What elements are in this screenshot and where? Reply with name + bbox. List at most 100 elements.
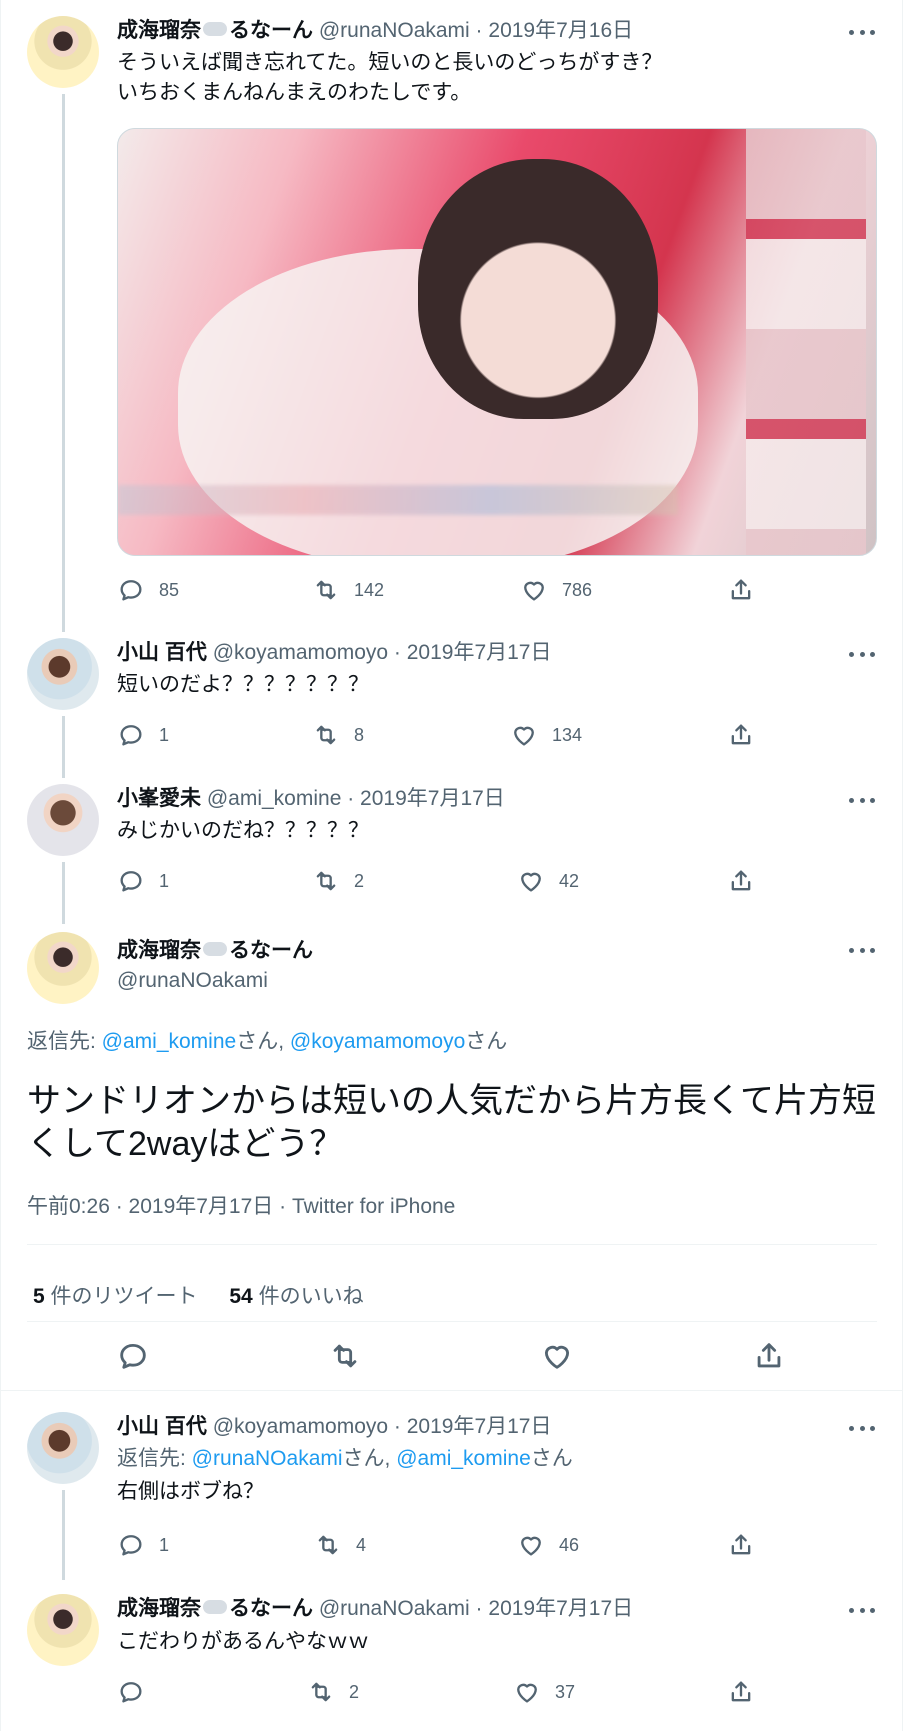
cloud-emoji-icon: [203, 1600, 227, 1615]
avatar[interactable]: [27, 1412, 99, 1484]
avatar[interactable]: [27, 638, 99, 710]
reply-button[interactable]: 85: [117, 576, 179, 604]
retweet-icon: [314, 1531, 342, 1559]
thread-line: [62, 716, 65, 778]
retweet-count: 142: [354, 579, 385, 600]
share-icon: [752, 1339, 786, 1373]
retweet-button[interactable]: 4: [314, 1531, 366, 1559]
reply-tweet-1[interactable]: 小山 百代 @koyamamomoyo · 2019年7月17日 返信先: @r…: [0, 1400, 903, 1580]
retweet-button[interactable]: 142: [312, 576, 384, 604]
mention-link[interactable]: @ami_komine: [102, 1030, 237, 1053]
tweet-text: 短いのだよ？？？？？？？: [117, 673, 369, 696]
tweet-meta[interactable]: 午前0:26 · 2019年7月17日 · Twitter for iPhone: [27, 1190, 455, 1220]
tweet-1[interactable]: 成海瑠奈 るなーん @runaNOakami · 2019年7月16日 そういえば…: [0, 0, 903, 632]
share-icon: [727, 867, 755, 895]
retweet-icon: [328, 1339, 362, 1373]
reply-icon: [117, 721, 145, 749]
display-name-suffix[interactable]: るなーん: [229, 939, 313, 962]
separator-dot: ·: [469, 19, 489, 42]
tweet-text: みじかいのだね？？？？？: [117, 819, 369, 842]
like-button[interactable]: 37: [513, 1678, 575, 1706]
share-button[interactable]: [727, 721, 755, 749]
tweet-photo[interactable]: [117, 128, 877, 556]
tweet-header: 小山 百代 @koyamamomoyo · 2019年7月17日: [117, 640, 552, 666]
handle[interactable]: @koyamamomoyo: [213, 641, 388, 664]
handle[interactable]: @runaNOakami: [319, 19, 470, 42]
more-icon[interactable]: [849, 1600, 875, 1620]
divider: [27, 1321, 877, 1322]
tweet-2[interactable]: 小山 百代 @koyamamomoyo · 2019年7月17日 短いのだよ？？…: [0, 632, 903, 778]
retweet-icon: [312, 867, 340, 895]
thread-line: [62, 1490, 65, 1580]
share-button[interactable]: [752, 1339, 786, 1373]
mention-link[interactable]: @ami_komine: [396, 1447, 531, 1470]
retweet-button[interactable]: 8: [312, 721, 364, 749]
timestamp[interactable]: 2019年7月17日: [360, 787, 505, 810]
reply-to-line: 返信先: @ami_komineさん, @koyamamomoyoさん: [27, 1028, 507, 1056]
handle[interactable]: @runaNOakami: [319, 1597, 470, 1620]
reply-button[interactable]: 1: [117, 1531, 169, 1559]
more-icon[interactable]: [849, 790, 875, 810]
like-stat-label: 件のいいね: [252, 1285, 364, 1308]
reply-button[interactable]: 1: [117, 867, 169, 895]
reply-button[interactable]: 1: [117, 721, 169, 749]
share-button[interactable]: [727, 1678, 755, 1706]
display-name[interactable]: 成海瑠奈: [117, 19, 201, 42]
share-button[interactable]: [727, 576, 755, 604]
display-name[interactable]: 小峯愛未: [117, 787, 201, 810]
more-icon[interactable]: [849, 940, 875, 960]
reply-icon: [117, 1678, 145, 1706]
avatar[interactable]: [27, 16, 99, 88]
reply-prefix: 返信先:: [117, 1447, 192, 1470]
reply-tweet-2[interactable]: 成海瑠奈 るなーん @runaNOakami · 2019年7月17日 こだわりが…: [0, 1580, 903, 1731]
display-name[interactable]: 小山 百代: [117, 1415, 207, 1438]
tweet-text: こだわりがあるんやなｗｗ: [117, 1630, 369, 1653]
like-button[interactable]: 46: [517, 1531, 579, 1559]
reply-button[interactable]: [117, 1678, 145, 1706]
focused-tweet: 成海瑠奈 るなーん @runaNOakami 返信先: @ami_komineさん…: [0, 924, 903, 1390]
mention-link[interactable]: @koyamamomoyo: [290, 1030, 465, 1053]
cloud-emoji-icon: [203, 22, 227, 37]
tweet-actions: 1 2 42: [117, 867, 767, 895]
handle[interactable]: @ami_komine: [207, 787, 342, 810]
timestamp[interactable]: 2019年7月16日: [488, 19, 633, 42]
tweet-3[interactable]: 小峯愛未 @ami_komine · 2019年7月17日 みじかいのだね？？？…: [0, 778, 903, 924]
divider: [27, 1244, 877, 1245]
timestamp[interactable]: 2019年7月17日: [488, 1597, 633, 1620]
retweet-button[interactable]: [328, 1339, 362, 1373]
reply-button[interactable]: [116, 1339, 150, 1373]
retweet-button[interactable]: 2: [312, 867, 364, 895]
avatar[interactable]: [27, 784, 99, 856]
like-button[interactable]: 786: [520, 576, 592, 604]
like-icon: [513, 1678, 541, 1706]
retweet-stat[interactable]: 5 件のリツイート: [33, 1285, 198, 1308]
handle[interactable]: @runaNOakami: [117, 969, 268, 992]
like-button[interactable]: 134: [510, 721, 582, 749]
avatar[interactable]: [27, 932, 99, 1004]
display-name[interactable]: 小山 百代: [117, 641, 207, 664]
display-name[interactable]: 成海瑠奈: [117, 939, 201, 962]
like-button[interactable]: [540, 1339, 574, 1373]
tweet-text: サンドリオンからは短いの人気だから片方長くて片方短くして2wayはどう？: [27, 1082, 876, 1163]
share-button[interactable]: [727, 1531, 755, 1559]
avatar[interactable]: [27, 1594, 99, 1666]
share-button[interactable]: [727, 867, 755, 895]
more-icon[interactable]: [849, 22, 875, 42]
more-icon[interactable]: [849, 644, 875, 664]
mention-link[interactable]: @runaNOakami: [192, 1447, 343, 1470]
more-icon[interactable]: [849, 1418, 875, 1438]
display-name-suffix[interactable]: るなーん: [229, 19, 313, 42]
like-button[interactable]: 42: [517, 867, 579, 895]
display-name-suffix[interactable]: るなーん: [229, 1597, 313, 1620]
like-icon: [520, 576, 548, 604]
display-name[interactable]: 成海瑠奈: [117, 1597, 201, 1620]
timestamp[interactable]: 2019年7月17日: [407, 1415, 552, 1438]
tweet-text: 右側はボブね？: [117, 1480, 264, 1503]
tweet-actions: 1 4 46: [117, 1531, 767, 1559]
tweet-header: 成海瑠奈 るなーん @runaNOakami · 2019年7月16日: [117, 18, 633, 44]
timestamp[interactable]: 2019年7月17日: [407, 641, 552, 664]
reply-icon: [117, 1531, 145, 1559]
retweet-button[interactable]: 2: [307, 1678, 359, 1706]
like-stat[interactable]: 54 件のいいね: [229, 1285, 363, 1308]
handle[interactable]: @koyamamomoyo: [213, 1415, 388, 1438]
